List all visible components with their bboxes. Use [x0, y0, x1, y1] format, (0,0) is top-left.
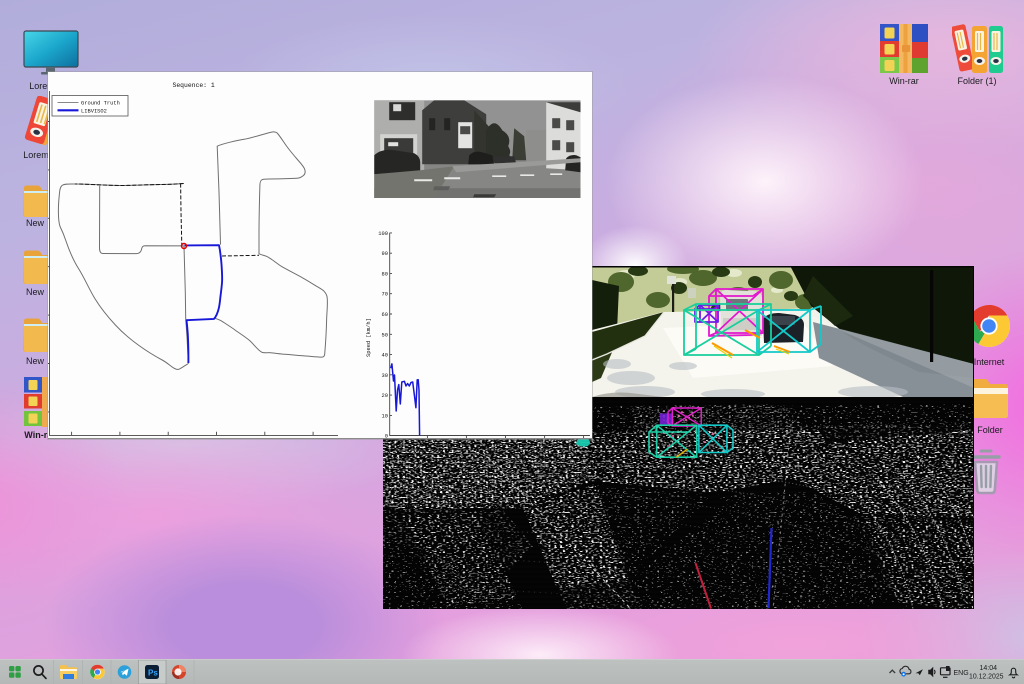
svg-text:10: 10: [382, 413, 388, 419]
svg-text:50: 50: [382, 332, 388, 338]
svg-text:ENG: ENG: [954, 670, 969, 677]
svg-text:20: 20: [382, 393, 388, 399]
svg-text:14:04: 14:04: [979, 665, 997, 672]
svg-text:90: 90: [382, 251, 388, 257]
svg-text:Speed [km/h]: Speed [km/h]: [366, 318, 372, 357]
svg-text:10.12.2025: 10.12.2025: [969, 674, 1004, 681]
svg-text:100: 100: [378, 231, 388, 237]
svg-text:Sequence: 1: Sequence: 1: [173, 82, 215, 89]
svg-text:60: 60: [382, 312, 388, 318]
svg-text:0: 0: [385, 434, 388, 438]
svg-text:70: 70: [382, 292, 388, 298]
svg-text:80: 80: [382, 271, 388, 277]
svg-text:40: 40: [382, 353, 388, 359]
svg-text:30: 30: [382, 373, 388, 379]
svg-text:Ps: Ps: [148, 669, 158, 678]
svg-text:LIBVISO2: LIBVISO2: [81, 108, 107, 114]
svg-text:Ground Truth: Ground Truth: [81, 101, 120, 107]
